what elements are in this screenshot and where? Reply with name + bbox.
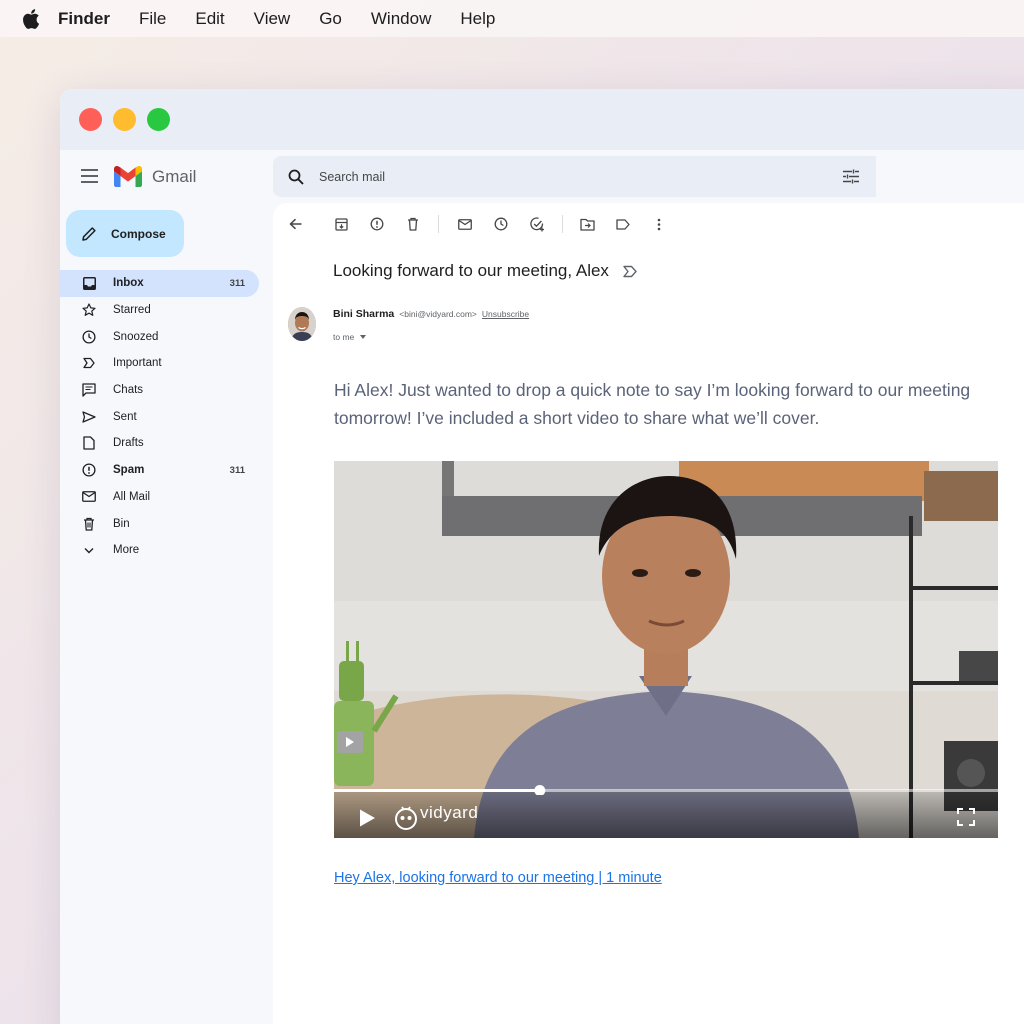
sidebar-item-important[interactable]: Important xyxy=(60,350,273,377)
clock-icon xyxy=(82,330,96,344)
sidebar-item-label: Chats xyxy=(113,384,144,397)
recipient-dropdown[interactable]: to me xyxy=(333,332,367,342)
snooze-icon[interactable] xyxy=(493,216,509,232)
archive-icon[interactable] xyxy=(333,216,349,232)
sidebar-item-more[interactable]: More xyxy=(60,537,273,564)
vidyard-logo-icon xyxy=(395,806,417,830)
sidebar-item-inbox[interactable]: Inbox 311 xyxy=(60,270,259,297)
search-bar[interactable]: Search mail xyxy=(273,156,876,197)
play-icon[interactable] xyxy=(358,808,376,828)
close-window-button[interactable] xyxy=(79,108,102,131)
menu-edit[interactable]: Edit xyxy=(195,9,224,29)
gmail-app: Gmail Compose Inbox 311 Starred Snoozed … xyxy=(60,150,1024,1024)
hamburger-menu-icon[interactable] xyxy=(81,169,98,183)
apple-logo-icon[interactable] xyxy=(22,8,40,29)
zoom-window-button[interactable] xyxy=(147,108,170,131)
menu-help[interactable]: Help xyxy=(460,9,495,29)
important-icon xyxy=(82,356,96,370)
sidebar-item-chats[interactable]: Chats xyxy=(60,377,273,404)
move-to-icon[interactable] xyxy=(579,216,595,232)
video-link[interactable]: Hey Alex, looking forward to our meeting… xyxy=(334,870,662,886)
toolbar-divider xyxy=(562,215,563,233)
vidyard-wordmark: vidyard xyxy=(420,803,479,822)
gmail-wordmark: Gmail xyxy=(152,167,197,186)
email-subject: Looking forward to our meeting, Alex xyxy=(333,261,638,281)
recipient-label: to me xyxy=(333,332,355,342)
sidebar-item-label: All Mail xyxy=(113,490,151,503)
report-spam-icon[interactable] xyxy=(369,216,385,232)
menu-bar: Finder File Edit View Go Window Help xyxy=(0,0,1024,37)
progress-fill xyxy=(334,789,540,792)
video-controls: vidyard xyxy=(334,785,998,838)
compose-button[interactable]: Compose xyxy=(66,210,184,257)
menu-go[interactable]: Go xyxy=(319,9,342,29)
caret-down-icon[interactable] xyxy=(360,335,367,339)
video-progress-bar[interactable] xyxy=(334,785,998,795)
sidebar-item-label: Starred xyxy=(113,304,151,317)
back-arrow-icon[interactable] xyxy=(287,216,303,232)
browser-window: Gmail Compose Inbox 311 Starred Snoozed … xyxy=(60,89,1024,1024)
subject-text: Looking forward to our meeting, Alex xyxy=(333,261,609,280)
mark-unread-icon[interactable] xyxy=(457,216,473,232)
inbox-icon xyxy=(82,276,96,290)
gmail-logo-icon[interactable] xyxy=(114,166,142,187)
sidebar-item-bin[interactable]: Bin xyxy=(60,510,273,537)
sidebar-nav: Inbox 311 Starred Snoozed Important Chat… xyxy=(60,270,273,564)
sidebar-item-label: Important xyxy=(113,357,162,370)
compose-label: Compose xyxy=(111,226,166,241)
chat-icon xyxy=(82,383,96,397)
trash-icon xyxy=(82,517,96,531)
sidebar-item-drafts[interactable]: Drafts xyxy=(60,430,273,457)
sender-info: Bini Sharma <bini@vidyard.com> Unsubscri… xyxy=(333,308,529,320)
inbox-count: 311 xyxy=(229,277,245,289)
email-body: Hi Alex! Just wanted to drop a quick not… xyxy=(334,380,971,428)
search-icon[interactable] xyxy=(288,169,304,185)
sender-email: <bini@vidyard.com> xyxy=(399,309,477,319)
star-icon xyxy=(82,303,96,317)
window-titlebar xyxy=(60,89,1024,150)
sidebar-item-starred[interactable]: Starred xyxy=(60,297,273,324)
spam-count: 311 xyxy=(229,464,245,476)
sidebar-item-sent[interactable]: Sent xyxy=(60,403,273,430)
sidebar-item-label: Bin xyxy=(113,517,130,530)
sidebar-item-label: Spam xyxy=(113,464,145,477)
search-input[interactable]: Search mail xyxy=(319,170,385,184)
email-toolbar xyxy=(287,213,667,235)
menu-file[interactable]: File xyxy=(139,9,166,29)
label-icon[interactable] xyxy=(615,216,631,232)
menu-window[interactable]: Window xyxy=(371,9,431,29)
send-icon xyxy=(82,410,96,424)
draft-icon xyxy=(82,436,96,451)
sidebar-item-label: Snoozed xyxy=(113,330,159,343)
mail-icon xyxy=(82,490,96,504)
toolbar-divider xyxy=(438,215,439,233)
important-marker-icon[interactable] xyxy=(622,265,638,278)
sidebar-item-snoozed[interactable]: Snoozed xyxy=(60,323,273,350)
progress-knob xyxy=(534,785,546,795)
delete-icon[interactable] xyxy=(405,216,421,232)
pencil-icon xyxy=(82,226,96,241)
add-task-icon[interactable] xyxy=(529,216,545,232)
sender-name[interactable]: Bini Sharma xyxy=(333,308,394,320)
video-thumbnail xyxy=(334,461,998,838)
sidebar-item-label: Drafts xyxy=(113,437,144,450)
sidebar-item-spam[interactable]: Spam 311 xyxy=(60,457,273,484)
chevron-down-icon xyxy=(82,543,96,557)
unsubscribe-link[interactable]: Unsubscribe xyxy=(482,309,529,319)
sidebar: Gmail Compose Inbox 311 Starred Snoozed … xyxy=(60,150,273,1024)
email-view: Looking forward to our meeting, Alex Bin… xyxy=(273,203,1024,1024)
sidebar-item-all-mail[interactable]: All Mail xyxy=(60,484,273,511)
fullscreen-icon[interactable] xyxy=(957,808,975,826)
sidebar-item-label: Inbox xyxy=(113,277,144,290)
minimize-window-button[interactable] xyxy=(113,108,136,131)
more-options-icon[interactable] xyxy=(651,216,667,232)
menu-view[interactable]: View xyxy=(254,9,291,29)
video-player[interactable]: vidyard xyxy=(334,461,998,838)
search-options-icon[interactable] xyxy=(843,169,859,184)
sender-avatar[interactable] xyxy=(288,307,316,341)
sidebar-item-label: Sent xyxy=(113,410,137,423)
spam-icon xyxy=(82,463,96,477)
sidebar-item-label: More xyxy=(113,544,140,557)
menu-finder[interactable]: Finder xyxy=(58,9,110,29)
